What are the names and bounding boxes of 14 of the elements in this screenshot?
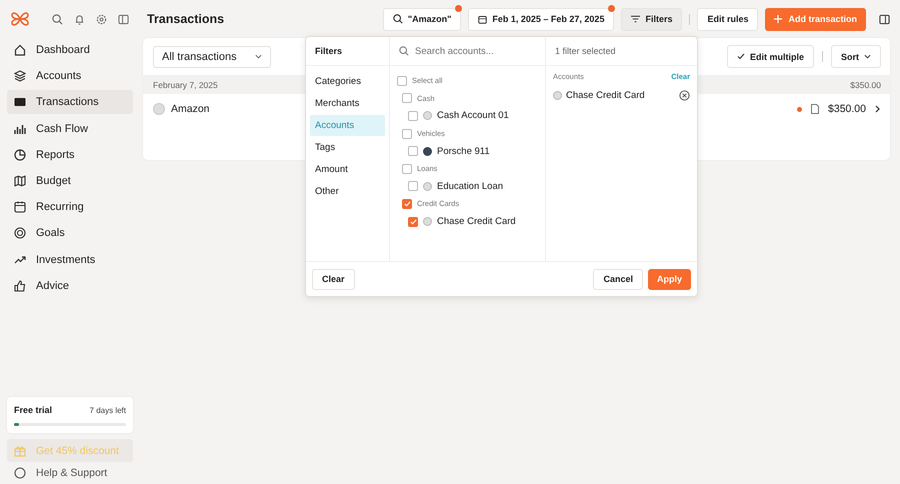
merchant-name: Amazon	[171, 103, 210, 115]
transaction-amount: $350.00	[828, 103, 866, 115]
selected-account-label: Chase Credit Card	[566, 90, 645, 101]
trial-title: Free trial	[14, 405, 52, 415]
days-left-label: 7 days left	[90, 406, 126, 414]
account-label: Porsche 911	[437, 146, 490, 157]
account-label: Cash Account 01	[437, 110, 509, 122]
group-date: February 7, 2025	[153, 80, 218, 90]
popover-title: Filters	[315, 46, 342, 56]
account-label: Chase Credit Card	[437, 216, 516, 228]
account-label: Education Loan	[437, 180, 504, 192]
page-title: Transactions	[147, 12, 224, 26]
filter-count-label: 1 filter selected	[555, 46, 616, 56]
group-total: $350.00	[850, 80, 881, 90]
